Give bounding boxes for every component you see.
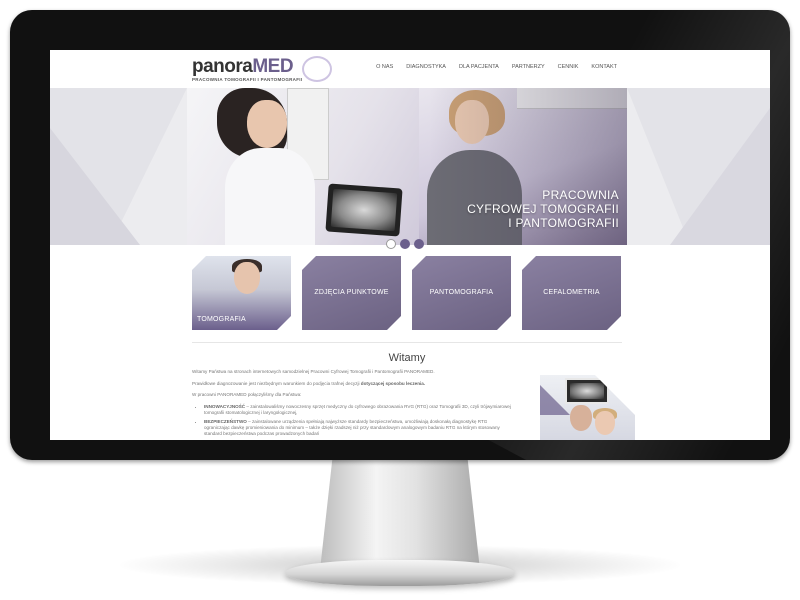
monitor-bezel: panoraMED PRACOWNIA TOMOGRAFII I PANTOMO… <box>10 10 790 460</box>
nav-item-cennik[interactable]: CENNIK <box>558 64 579 70</box>
monitor-base <box>285 560 515 586</box>
nav-item-diagnostyka[interactable]: DIAGNOSTYKA <box>406 64 446 70</box>
tile-cefalometria[interactable]: CEFALOMETRIA <box>522 256 621 330</box>
slider-pagination <box>386 239 424 249</box>
nav-item-kontakt[interactable]: KONTAKT <box>591 64 617 70</box>
welcome-paragraph: W pracowni PANORAMED połączyliśmy dla Pa… <box>192 392 302 398</box>
man-face-graphic <box>570 405 592 431</box>
couple-xray-photo <box>540 375 635 440</box>
logo-tagline: PRACOWNIA TOMOGRAFII I PANTOMOGRAFII <box>192 77 303 82</box>
nav-item-partnerzy[interactable]: PARTNERZY <box>512 64 545 70</box>
hero-slider[interactable]: PRACOWNIA CYFROWEJ TOMOGRAFII I PANTOMOG… <box>187 88 627 245</box>
site-header: panoraMED PRACOWNIA TOMOGRAFII I PANTOMO… <box>50 50 770 88</box>
list-item: INNOWACYJNOŚĆ – zainstalowaliśmy nowocze… <box>204 404 512 416</box>
slider-dot-1[interactable] <box>386 239 396 249</box>
section-divider <box>192 342 622 343</box>
site-logo[interactable]: panoraMED PRACOWNIA TOMOGRAFII I PANTOMO… <box>192 56 332 82</box>
main-nav: O NAS DIAGNOSTYKA DLA PACJENTA PARTNERZY… <box>363 64 617 70</box>
logo-wordmark: panoraMED <box>192 56 294 77</box>
feature-list: INNOWACYJNOŚĆ – zainstalowaliśmy nowocze… <box>192 404 512 437</box>
nav-item-o-nas[interactable]: O NAS <box>376 64 393 70</box>
nav-item-dla-pacjenta[interactable]: DLA PACJENTA <box>459 64 499 70</box>
hero-title-line: I PANTOMOGRAFII <box>508 216 619 230</box>
tile-zdjecia-punktowe[interactable]: ZDJĘCIA PUNKTOWE <box>302 256 401 330</box>
hero-title-line: CYFROWEJ TOMOGRAFII <box>467 202 619 216</box>
welcome-text: Witamy Państwa na stronach internetowych… <box>192 369 512 439</box>
tile-label: PANTOMOGRAFIA <box>429 289 494 296</box>
hero-title-line: PRACOWNIA <box>542 188 619 202</box>
slider-dot-2[interactable] <box>400 239 410 249</box>
tile-label: TOMOGRAFIA <box>197 316 246 323</box>
welcome-paragraph: Prawidłowe diagnozowanie jest niezbędnym… <box>192 380 426 386</box>
tile-pantomografia[interactable]: PANTOMOGRAFIA <box>412 256 511 330</box>
monitor-stand <box>320 455 480 570</box>
welcome-paragraph: Witamy Państwa na stronach internetowych… <box>192 369 435 374</box>
tile-label: CEFALOMETRIA <box>543 289 600 296</box>
tile-label: ZDJĘCIA PUNKTOWE <box>314 289 389 296</box>
welcome-heading: Witamy <box>388 352 426 364</box>
service-tiles: TOMOGRAFIA ZDJĘCIA PUNKTOWE PANTOMOGRAFI… <box>192 256 622 330</box>
tile-tomografia[interactable]: TOMOGRAFIA <box>192 256 291 330</box>
tile-person-graphic <box>234 262 260 294</box>
logo-ring-icon <box>302 56 332 82</box>
hero-title: PRACOWNIA CYFROWEJ TOMOGRAFII I PANTOMOG… <box>467 188 619 230</box>
slider-dot-3[interactable] <box>414 239 424 249</box>
list-item: BEZPIECZEŃSTWO – zainstalowane urządzeni… <box>204 419 512 438</box>
website-screen: panoraMED PRACOWNIA TOMOGRAFII I PANTOMO… <box>50 50 770 440</box>
